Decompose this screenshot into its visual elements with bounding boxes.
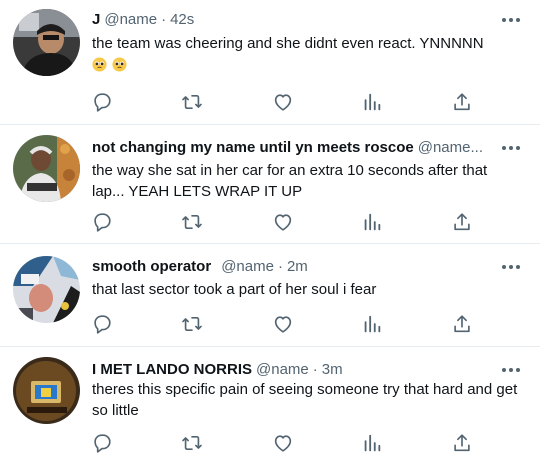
like-icon — [274, 435, 292, 452]
tweet-text: the team was cheering and she didnt even… — [92, 35, 484, 52]
tweet[interactable]: I MET LANDO NORRIS @name · 3m theres this s… — [0, 347, 540, 463]
reply-icon — [94, 434, 111, 453]
display-name[interactable]: J — [92, 11, 100, 28]
tweet-actions — [0, 209, 540, 235]
share-button[interactable] — [449, 209, 475, 235]
retweet-icon — [182, 95, 202, 109]
views-button[interactable] — [359, 311, 385, 337]
tweet-actions — [0, 430, 540, 456]
share-button[interactable] — [449, 430, 475, 456]
emoji-row — [92, 57, 127, 72]
handle[interactable]: @name... — [418, 139, 483, 156]
more-options-icon[interactable] — [500, 360, 522, 380]
handle[interactable]: @name — [256, 361, 309, 378]
like-button[interactable] — [270, 209, 296, 235]
share-icon — [454, 93, 470, 111]
handle[interactable]: @name — [221, 258, 274, 275]
share-button[interactable] — [449, 89, 475, 115]
tweet-text: that last sector took a part of her soul… — [92, 281, 377, 298]
tweet-header: not changing my name until yn meets rosc… — [92, 138, 494, 158]
tweet-actions — [0, 311, 540, 337]
display-name[interactable]: I MET LANDO NORRIS — [92, 361, 252, 378]
tweet-header: J @name · 42s — [92, 10, 480, 30]
tweet-text: the way she sat in her car for an extra … — [92, 162, 488, 200]
like-icon — [274, 316, 292, 333]
retweet-icon — [182, 317, 202, 331]
reply-button[interactable] — [89, 89, 115, 115]
timestamp[interactable]: 3m — [322, 361, 343, 378]
separator: · — [277, 258, 283, 275]
more-options-icon[interactable] — [500, 138, 522, 158]
views-button[interactable] — [359, 89, 385, 115]
avatar[interactable] — [13, 135, 80, 202]
retweet-button[interactable] — [179, 209, 205, 235]
retweet-icon — [182, 436, 202, 450]
share-icon — [454, 213, 470, 231]
reply-button[interactable] — [89, 430, 115, 456]
tweet-text: theres this specific pain of seeing some… — [92, 381, 518, 419]
tweet[interactable]: not changing my name until yn meets rosc… — [0, 125, 540, 243]
retweet-button[interactable] — [179, 311, 205, 337]
pleading-face-emoji — [92, 57, 107, 72]
more-options-icon[interactable] — [500, 257, 522, 277]
tweet-feed: J @name · 42s the team was cheering and she… — [0, 0, 540, 463]
views-icon — [364, 315, 381, 333]
separator: · — [312, 361, 318, 378]
tweet-header: I MET LANDO NORRIS @name · 3m — [92, 360, 480, 380]
tweet-header: smooth operator @name · 2m — [92, 257, 480, 277]
retweet-button[interactable] — [179, 430, 205, 456]
reply-button[interactable] — [89, 311, 115, 337]
timestamp[interactable]: 2m — [287, 258, 308, 275]
tweet[interactable]: J @name · 42s the team was cheering and she… — [0, 0, 540, 124]
like-button[interactable] — [270, 89, 296, 115]
display-name[interactable]: not changing my name until yn meets rosc… — [92, 139, 414, 156]
like-icon — [274, 214, 292, 231]
views-button[interactable] — [359, 430, 385, 456]
avatar[interactable] — [13, 357, 80, 424]
pleading-face-emoji — [112, 57, 127, 72]
views-icon — [364, 213, 381, 231]
display-name[interactable]: smooth operator — [92, 258, 211, 275]
reply-icon — [94, 93, 111, 112]
like-icon — [274, 94, 292, 111]
like-button[interactable] — [270, 430, 296, 456]
tweet-actions — [0, 89, 540, 115]
handle[interactable]: @name — [104, 11, 157, 28]
timestamp[interactable]: 42s — [170, 11, 194, 28]
reply-button[interactable] — [89, 209, 115, 235]
tweet[interactable]: smooth operator @name · 2m that last sector… — [0, 244, 540, 346]
share-icon — [454, 434, 470, 452]
more-options-icon[interactable] — [500, 10, 522, 30]
views-button[interactable] — [359, 209, 385, 235]
share-button[interactable] — [449, 311, 475, 337]
avatar[interactable] — [13, 9, 80, 76]
retweet-icon — [182, 215, 202, 229]
share-icon — [454, 315, 470, 333]
like-button[interactable] — [270, 311, 296, 337]
retweet-button[interactable] — [179, 89, 205, 115]
separator: · — [161, 11, 167, 28]
views-icon — [364, 434, 381, 452]
reply-icon — [94, 213, 111, 232]
views-icon — [364, 93, 381, 111]
reply-icon — [94, 315, 111, 334]
